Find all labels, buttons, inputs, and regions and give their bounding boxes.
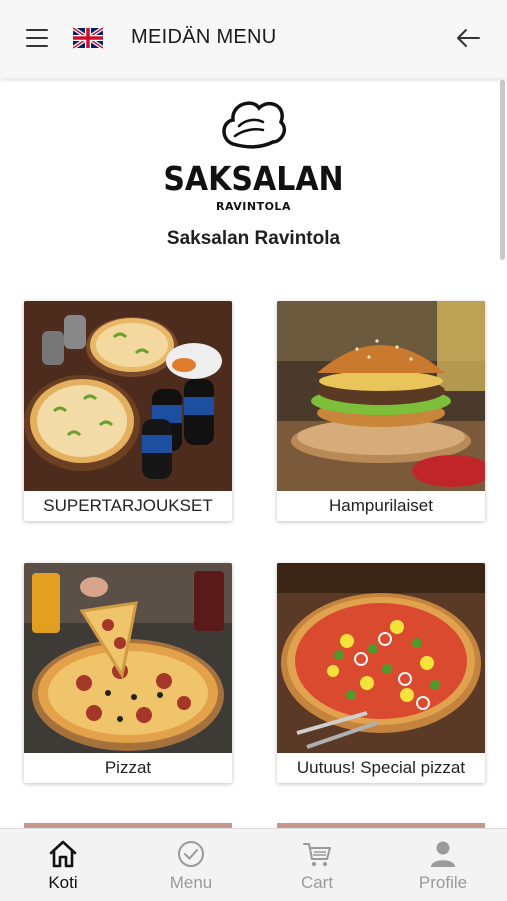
category-label: SUPERTARJOUKSET [24, 491, 232, 521]
restaurant-name: Saksalan Ravintola [166, 228, 341, 249]
uk-flag-icon[interactable] [73, 27, 103, 49]
category-image [24, 301, 232, 491]
category-card-pizzat[interactable]: Pizzat [24, 563, 232, 783]
category-label: Pizzat [24, 753, 232, 783]
person-icon [431, 841, 455, 867]
chef-hat-icon [221, 101, 286, 149]
hamburger-icon[interactable] [26, 29, 48, 47]
category-image [24, 563, 232, 753]
logo-subtitle: RAVINTOLA [216, 200, 291, 213]
nav-label: Menu [169, 873, 213, 892]
restaurant-logo: SAKSALAN RAVINTOLA [0, 96, 507, 213]
category-label: Uutuus! Special pizzat [277, 753, 485, 783]
category-image [277, 301, 485, 491]
nav-label: Koti [48, 873, 78, 892]
category-card-supertarjoukset[interactable]: SUPERTARJOUKSET [24, 301, 232, 521]
nav-item-cart[interactable]: Cart [254, 829, 380, 901]
nav-item-profile[interactable]: Profile [380, 829, 506, 901]
nav-item-menu[interactable]: Menu [128, 829, 254, 901]
check-circle-icon [178, 841, 204, 867]
category-label: Hampurilaiset [277, 491, 485, 521]
bottom-navigation: Koti Menu Cart Profile [0, 828, 507, 901]
nav-item-koti[interactable]: Koti [0, 829, 126, 901]
category-card-special-pizzat[interactable]: Uutuus! Special pizzat [277, 563, 485, 783]
category-card-hampurilaiset[interactable]: Hampurilaiset [277, 301, 485, 521]
app-header: MEIDÄN MENU [0, 0, 507, 78]
home-icon [49, 840, 77, 868]
category-image [277, 563, 485, 753]
page-title: MEIDÄN MENU [131, 26, 277, 48]
nav-label: Profile [418, 873, 468, 892]
logo-wordmark: SAKSALAN [163, 160, 344, 199]
arrow-left-icon[interactable] [455, 27, 481, 49]
nav-label: Cart [300, 873, 334, 892]
cart-icon [303, 843, 331, 866]
